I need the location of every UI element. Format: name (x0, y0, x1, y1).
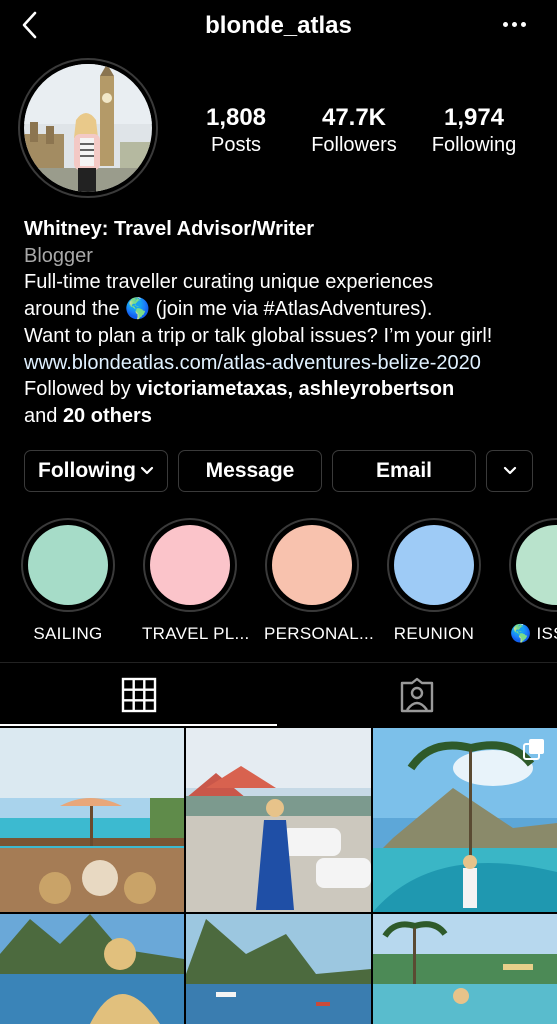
highlight-clip: 🌎 ISS (505, 518, 557, 648)
followed-by-line[interactable]: Followed by victoriametaxas, ashleyrober… (24, 376, 544, 403)
stat-posts-label: Posts (210, 134, 262, 156)
profile-tabs (0, 662, 557, 727)
post-thumbnail[interactable] (186, 728, 371, 912)
followed-by-prefix: Followed by (24, 378, 131, 401)
highlight-iss[interactable]: 🌎 ISS (508, 518, 557, 644)
bio-line-2b: (join me via #AtlasAdventures). (155, 298, 433, 321)
bio-line-3: Want to plan a trip or talk global issue… (24, 324, 493, 347)
grid-icon[interactable] (121, 677, 157, 713)
post-thumbnail[interactable] (186, 914, 371, 1024)
stat-posts-value: 1,808 (205, 104, 267, 131)
message-button-label: Message (205, 459, 295, 482)
highlight-ring (143, 518, 237, 612)
highlight-label: 🌎 ISS (510, 624, 557, 643)
post-thumbnail[interactable] (0, 914, 184, 1024)
posts-grid (0, 728, 557, 1024)
followed-and: and (24, 404, 58, 427)
email-button-label: Email (375, 459, 433, 482)
multiple-posts-icon (523, 739, 544, 760)
highlight-personal[interactable]: PERSONAL... (264, 518, 375, 644)
stat-posts[interactable]: 1,808 Posts (196, 104, 276, 158)
chevron-down-icon (503, 466, 516, 475)
stat-followers[interactable]: 47.7K Followers (304, 104, 404, 158)
followed-others-count: 20 others (62, 404, 152, 427)
globe-emoji: 🌎 (125, 298, 151, 321)
email-button[interactable]: Email (332, 450, 476, 492)
highlight-cover (272, 525, 352, 605)
avatar[interactable] (24, 64, 152, 192)
active-tab-indicator (0, 724, 277, 726)
highlight-ring (509, 518, 557, 612)
profile-category: Blogger (24, 244, 93, 267)
highlight-label: PERSONAL... (264, 624, 375, 643)
highlight-ring (265, 518, 359, 612)
highlight-label: SAILING (33, 624, 103, 643)
post-thumbnail[interactable] (0, 728, 184, 912)
highlight-cover (28, 525, 108, 605)
message-button[interactable]: Message (178, 450, 322, 492)
post-thumbnail[interactable] (373, 914, 557, 1024)
bio-line-2: around the 🌎 (join me via #AtlasAdventur… (24, 296, 544, 323)
stat-following[interactable]: 1,974 Following (422, 104, 526, 158)
profile-name: Whitney: Travel Advisor/Writer (24, 218, 315, 240)
highlight-label: REUNION (393, 624, 475, 643)
highlight-sailing[interactable]: SAILING (20, 518, 116, 644)
following-button-label: Following (38, 459, 136, 482)
highlight-cover (516, 525, 557, 605)
chevron-down-icon (140, 466, 154, 475)
followed-by-others[interactable]: and 20 others (24, 403, 544, 430)
profile-bio: Whitney: Travel Advisor/Writer Blogger F… (24, 216, 544, 430)
highlight-ring (21, 518, 115, 612)
bio-line-2a: around the (24, 298, 120, 321)
followed-by-users: victoriametaxas, ashleyrobertson (136, 378, 455, 401)
highlight-cover (394, 525, 474, 605)
highlight-travel-planning[interactable]: TRAVEL PL... (142, 518, 250, 644)
highlight-label: TRAVEL PL... (142, 624, 250, 643)
bio-website-link[interactable]: www.blondeatlas.com/atlas-adventures-bel… (24, 350, 544, 377)
following-button[interactable]: Following (24, 450, 168, 492)
highlight-ring (387, 518, 481, 612)
more-options-icon[interactable] (503, 22, 529, 30)
profile-username: blonde_atlas (205, 12, 352, 39)
stat-followers-value: 47.7K (321, 104, 387, 131)
stat-following-value: 1,974 (443, 104, 505, 131)
top-bar: blonde_atlas (0, 0, 557, 52)
stat-followers-label: Followers (311, 134, 397, 156)
post-thumbnail[interactable] (373, 728, 557, 912)
suggested-accounts-button[interactable] (486, 450, 533, 492)
stat-following-label: Following (431, 134, 517, 156)
tagged-icon[interactable] (398, 677, 436, 713)
bio-line-1: Full-time traveller curating unique expe… (24, 271, 434, 294)
highlight-reunion[interactable]: REUNION (386, 518, 482, 644)
highlight-cover (150, 525, 230, 605)
